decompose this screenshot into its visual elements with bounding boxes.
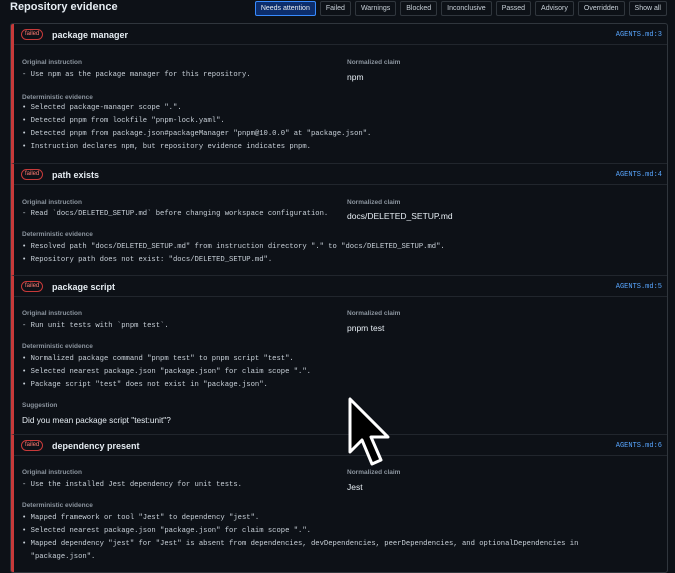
filter-inconclusive[interactable]: Inconclusive bbox=[441, 1, 492, 16]
header: Repository evidence Needs attention Fail… bbox=[0, 0, 675, 18]
status-badge: failed bbox=[21, 169, 44, 180]
normalized-claim-value: Jest bbox=[347, 482, 363, 492]
instruction-text: - Read `docs/DELETED_SETUP.md` before ch… bbox=[22, 210, 329, 218]
normalized-claim-value: npm bbox=[347, 72, 364, 82]
card-header: failed package script AGENTS.md:5 bbox=[14, 276, 667, 297]
evidence-item: • Detected pnpm from package.json#packag… bbox=[22, 130, 372, 138]
status-badge: failed bbox=[21, 440, 44, 451]
evidence-item: • Detected pnpm from lockfile "pnpm-lock… bbox=[22, 117, 225, 125]
deterministic-evidence-label: Deterministic evidence bbox=[22, 502, 93, 509]
evidence-card-dependency-present: failed dependency present AGENTS.md:6 Or… bbox=[11, 435, 667, 572]
evidence-card-path-exists: failed path exists AGENTS.md:4 Original … bbox=[11, 164, 667, 276]
evidence-item: • Selected nearest package.json "package… bbox=[22, 527, 311, 535]
instruction-text: - Use npm as the package manager for thi… bbox=[22, 71, 251, 79]
card-title: package script bbox=[52, 282, 116, 292]
card-title: dependency present bbox=[52, 441, 140, 451]
card-title: path exists bbox=[52, 170, 100, 180]
evidence-card-package-manager: failed package manager AGENTS.md:3 Origi… bbox=[11, 24, 667, 164]
evidence-item: • Mapped framework or tool "Jest" to dep… bbox=[22, 514, 260, 522]
evidence-item: "package.json". bbox=[22, 553, 96, 561]
card-header: failed dependency present AGENTS.md:6 bbox=[14, 435, 667, 456]
evidence-item: • Package script "test" does not exist i… bbox=[22, 381, 268, 389]
status-badge: failed bbox=[21, 29, 44, 40]
card-title: package manager bbox=[52, 30, 129, 40]
filter-failed[interactable]: Failed bbox=[319, 1, 351, 16]
original-instruction-label: Original instruction bbox=[22, 469, 82, 476]
deterministic-evidence-label: Deterministic evidence bbox=[22, 94, 93, 101]
card-header: failed path exists AGENTS.md:4 bbox=[14, 164, 667, 185]
original-instruction-label: Original instruction bbox=[22, 199, 82, 206]
status-badge: failed bbox=[21, 281, 44, 292]
normalized-claim-label: Normalized claim bbox=[347, 59, 401, 66]
evidence-card-package-script: failed package script AGENTS.md:5 Origin… bbox=[11, 276, 667, 435]
evidence-item: • Selected nearest package.json "package… bbox=[22, 368, 311, 376]
source-link[interactable]: AGENTS.md:4 bbox=[616, 171, 662, 179]
evidence-item: • Mapped dependency "jest" for "Jest" is… bbox=[22, 540, 579, 548]
suggestion-label: Suggestion bbox=[22, 402, 58, 409]
filter-needs-attention[interactable]: Needs attention bbox=[254, 1, 316, 16]
evidence-item: • Repository path does not exist: "docs/… bbox=[22, 256, 273, 264]
filter-show-all[interactable]: Show all bbox=[628, 1, 667, 16]
instruction-text: - Run unit tests with `pnpm test`. bbox=[22, 322, 169, 330]
evidence-item: • Selected package-manager scope ".". bbox=[22, 104, 182, 112]
filter-warnings[interactable]: Warnings bbox=[354, 1, 397, 16]
evidence-item: • Normalized package command "pnpm test"… bbox=[22, 355, 294, 363]
page-title: Repository evidence bbox=[10, 1, 118, 13]
original-instruction-label: Original instruction bbox=[22, 310, 82, 317]
deterministic-evidence-label: Deterministic evidence bbox=[22, 343, 93, 350]
normalized-claim-value: docs/DELETED_SETUP.md bbox=[347, 211, 453, 221]
filter-bar: Needs attention Failed Warnings Blocked … bbox=[254, 1, 667, 16]
instruction-text: - Use the installed Jest dependency for … bbox=[22, 481, 242, 489]
evidence-item: • Instruction declares npm, but reposito… bbox=[22, 143, 311, 151]
filter-advisory[interactable]: Advisory bbox=[535, 1, 574, 16]
source-link[interactable]: AGENTS.md:3 bbox=[616, 31, 662, 39]
source-link[interactable]: AGENTS.md:6 bbox=[616, 442, 662, 450]
original-instruction-label: Original instruction bbox=[22, 59, 82, 66]
evidence-panel: failed package manager AGENTS.md:3 Origi… bbox=[10, 23, 668, 573]
filter-blocked[interactable]: Blocked bbox=[400, 1, 438, 16]
filter-overridden[interactable]: Overridden bbox=[577, 1, 625, 16]
mouse-pointer-icon bbox=[348, 397, 390, 466]
normalized-claim-label: Normalized claim bbox=[347, 199, 401, 206]
evidence-item: • Resolved path "docs/DELETED_SETUP.md" … bbox=[22, 243, 445, 251]
filter-passed[interactable]: Passed bbox=[495, 1, 532, 16]
normalized-claim-value: pnpm test bbox=[347, 323, 385, 333]
deterministic-evidence-label: Deterministic evidence bbox=[22, 231, 93, 238]
source-link[interactable]: AGENTS.md:5 bbox=[616, 283, 662, 291]
normalized-claim-label: Normalized claim bbox=[347, 310, 401, 317]
card-header: failed package manager AGENTS.md:3 bbox=[14, 24, 667, 45]
suggestion-text: Did you mean package script "test:unit"? bbox=[22, 415, 171, 425]
